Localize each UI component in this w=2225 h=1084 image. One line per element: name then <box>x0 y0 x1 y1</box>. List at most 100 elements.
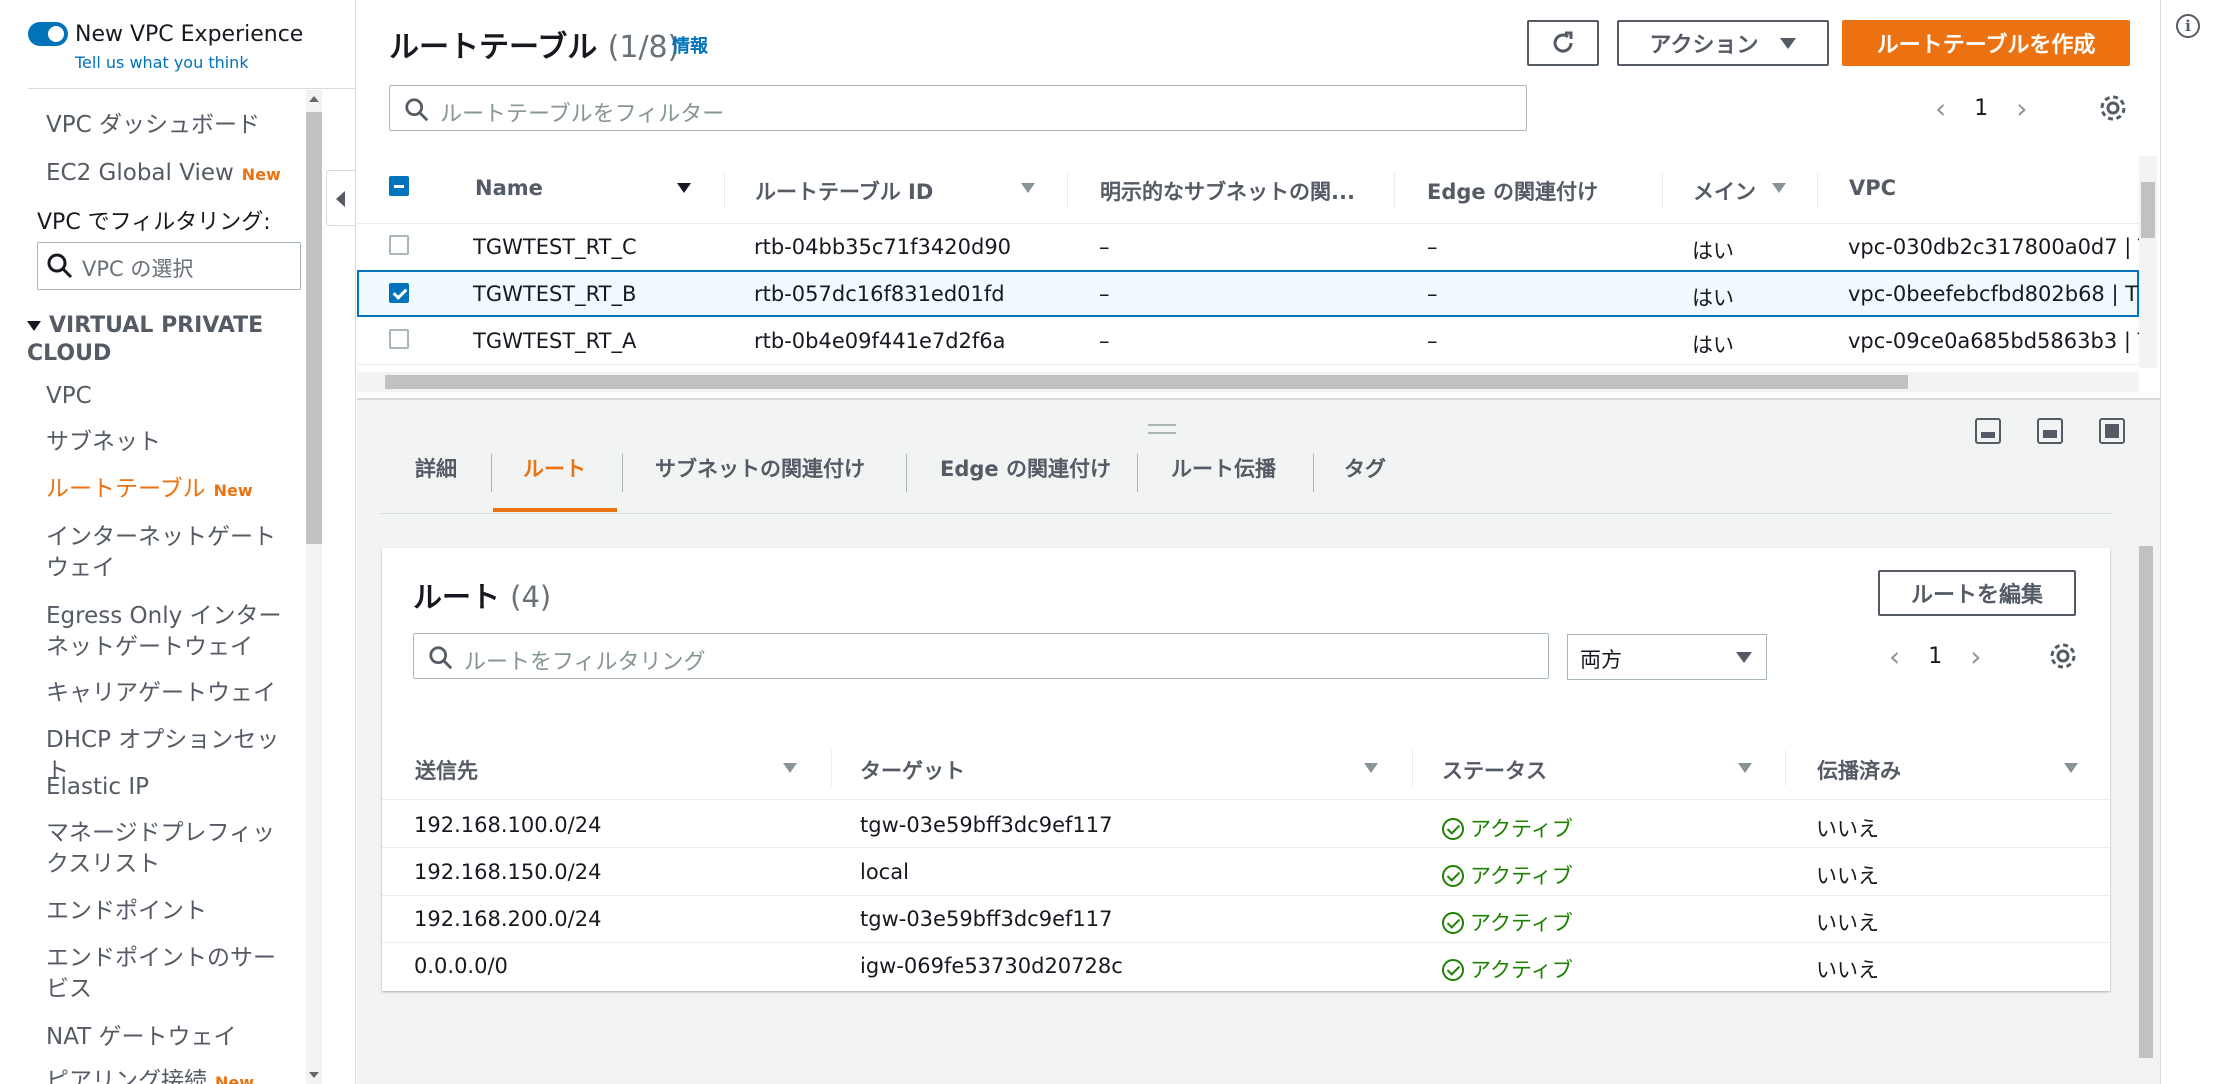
collapse-sidebar-button[interactable] <box>326 170 355 226</box>
sort-icon[interactable] <box>783 763 797 773</box>
sidebar-item-endpoints[interactable]: エンドポイント <box>46 896 296 927</box>
resize-handle[interactable] <box>1148 424 1176 434</box>
col-propagated[interactable]: 伝播済み <box>1817 755 1901 785</box>
tab-tags[interactable]: タグ <box>1344 453 1386 483</box>
prev-page-icon[interactable]: ‹ <box>1935 92 1946 125</box>
current-page[interactable]: 1 <box>1928 644 1942 669</box>
route-target: tgw-03e59bff3dc9ef117 <box>860 813 1113 837</box>
create-route-table-button[interactable]: ルートテーブルを作成 <box>1842 20 2130 66</box>
check-circle-icon <box>1442 912 1464 934</box>
vpc-link[interactable]: vpc-030db2c317800a0d7 | T <box>1848 235 2151 259</box>
sort-desc-icon[interactable] <box>677 183 691 193</box>
col-explicit-subnet[interactable]: 明示的なサブネットの関... <box>1100 176 1355 206</box>
vpc-link[interactable]: vpc-0beefebcfbd802b68 | TG <box>1848 282 2154 306</box>
scroll-thumb[interactable] <box>385 375 1908 389</box>
feedback-link[interactable]: Tell us what you think <box>75 53 249 72</box>
gear-icon[interactable] <box>2049 642 2077 670</box>
edit-routes-button[interactable]: ルートを編集 <box>1878 570 2076 616</box>
column-divider[interactable] <box>724 172 725 208</box>
sidebar-scrollbar[interactable] <box>306 90 322 1084</box>
col-target[interactable]: ターゲット <box>860 755 965 785</box>
vpc-link[interactable]: vpc-09ce0a685bd5863b3 | T <box>1848 329 2150 353</box>
scroll-thumb[interactable] <box>306 112 322 544</box>
route-table-id-link[interactable]: rtb-057dc16f831ed01fd <box>754 282 1005 306</box>
new-vpc-experience-toggle[interactable] <box>28 22 68 46</box>
tab-divider <box>1137 454 1138 492</box>
table-vertical-scrollbar[interactable] <box>2139 156 2157 368</box>
route-table-id-link[interactable]: rtb-0b4e09f441e7d2f6a <box>754 329 1006 353</box>
sort-icon[interactable] <box>2064 763 2078 773</box>
tab-routes[interactable]: ルート <box>523 453 586 483</box>
sidebar-item-endpoint-services[interactable]: エンドポイントのサービス <box>46 943 296 1005</box>
scroll-down-icon[interactable] <box>309 1072 319 1078</box>
sidebar-item-label: エンドポイント <box>46 898 207 924</box>
col-route-table-id[interactable]: ルートテーブル ID <box>755 176 933 206</box>
col-status[interactable]: ステータス <box>1442 755 1547 785</box>
tab-details[interactable]: 詳細 <box>415 453 457 483</box>
tab-subnet-associations[interactable]: サブネットの関連付け <box>655 453 865 483</box>
row-checkbox[interactable] <box>389 235 409 255</box>
column-divider[interactable] <box>1067 172 1068 208</box>
scroll-up-icon[interactable] <box>309 96 319 102</box>
search-icon <box>405 98 429 122</box>
info-link[interactable]: 情報 <box>672 32 708 58</box>
panel-half-icon[interactable] <box>2037 418 2063 444</box>
details-vertical-scrollbar[interactable] <box>2136 458 2156 1084</box>
vpc-filter-select[interactable]: VPC の選択 <box>37 242 301 290</box>
sort-icon[interactable] <box>1772 183 1786 193</box>
column-divider[interactable] <box>1817 172 1818 208</box>
route-table-filter-input[interactable]: ルートテーブルをフィルター <box>389 85 1527 131</box>
sidebar-item-vpc-dashboard[interactable]: VPC ダッシュボード <box>46 110 296 141</box>
select-all-checkbox[interactable] <box>389 176 409 196</box>
column-divider[interactable] <box>1785 750 1786 786</box>
col-edge-associations[interactable]: Edge の関連付け <box>1427 176 1598 206</box>
scroll-thumb[interactable] <box>2141 182 2155 238</box>
sidebar-item-elastic-ip[interactable]: Elastic IP <box>46 772 296 803</box>
sidebar-item-peering[interactable]: ピアリング接続 New <box>46 1066 296 1084</box>
info-icon[interactable]: i <box>2176 14 2200 38</box>
actions-dropdown[interactable]: アクション <box>1617 20 1829 66</box>
new-badge: New <box>241 165 281 184</box>
sort-icon[interactable] <box>1364 763 1378 773</box>
refresh-button[interactable] <box>1527 20 1599 66</box>
col-name[interactable]: Name <box>475 176 543 200</box>
sidebar-item-internet-gateways[interactable]: インターネットゲートウェイ <box>46 522 296 584</box>
sidebar-item-carrier-gateways[interactable]: キャリアゲートウェイ <box>46 678 296 709</box>
sort-icon[interactable] <box>1021 183 1035 193</box>
route-propagated: いいえ <box>1816 911 1879 935</box>
section-virtual-private-cloud[interactable]: VIRTUAL PRIVATE CLOUD <box>27 312 287 368</box>
sidebar-item-vpc[interactable]: VPC <box>46 381 296 412</box>
row-checkbox[interactable] <box>389 329 409 349</box>
table-horizontal-scrollbar[interactable] <box>357 372 2139 392</box>
sidebar-item-managed-prefix-lists[interactable]: マネージドプレフィックスリスト <box>46 818 296 880</box>
column-divider[interactable] <box>831 750 832 786</box>
sidebar-item-nat-gateways[interactable]: NAT ゲートウェイ <box>46 1022 296 1053</box>
sidebar-item-egress-only-igw[interactable]: Egress Only インターネットゲートウェイ <box>46 601 296 663</box>
actions-label: アクション <box>1649 33 1759 58</box>
column-divider[interactable] <box>1394 172 1395 208</box>
column-divider[interactable] <box>1662 172 1663 208</box>
route-target-link[interactable]: igw-069fe53730d20728c <box>860 954 1123 978</box>
tab-edge-associations[interactable]: Edge の関連付け <box>940 453 1111 483</box>
next-page-icon[interactable]: › <box>2016 92 2027 125</box>
routes-filter-input[interactable]: ルートをフィルタリング <box>413 633 1549 679</box>
next-page-icon[interactable]: › <box>1970 640 1981 673</box>
gear-icon[interactable] <box>2099 94 2127 122</box>
current-page[interactable]: 1 <box>1974 96 1988 121</box>
scroll-thumb[interactable] <box>2139 546 2153 1058</box>
col-vpc[interactable]: VPC <box>1849 176 1896 200</box>
tab-route-propagation[interactable]: ルート伝播 <box>1171 453 1276 483</box>
col-main[interactable]: メイン <box>1693 176 1756 206</box>
sidebar-item-ec2-global-view[interactable]: EC2 Global View New <box>46 158 296 190</box>
route-scope-select[interactable]: 両方 <box>1567 634 1767 680</box>
route-table-id-link[interactable]: rtb-04bb35c71f3420d90 <box>754 235 1011 259</box>
col-destination[interactable]: 送信先 <box>415 755 478 785</box>
sort-icon[interactable] <box>1738 763 1752 773</box>
prev-page-icon[interactable]: ‹ <box>1889 640 1900 673</box>
row-checkbox[interactable] <box>389 283 409 303</box>
sidebar-item-subnets[interactable]: サブネット <box>46 427 296 458</box>
panel-full-icon[interactable] <box>2099 418 2125 444</box>
panel-bottom-icon[interactable] <box>1975 418 2001 444</box>
sidebar-item-route-tables[interactable]: ルートテーブル New <box>46 474 296 506</box>
column-divider[interactable] <box>1412 750 1413 786</box>
